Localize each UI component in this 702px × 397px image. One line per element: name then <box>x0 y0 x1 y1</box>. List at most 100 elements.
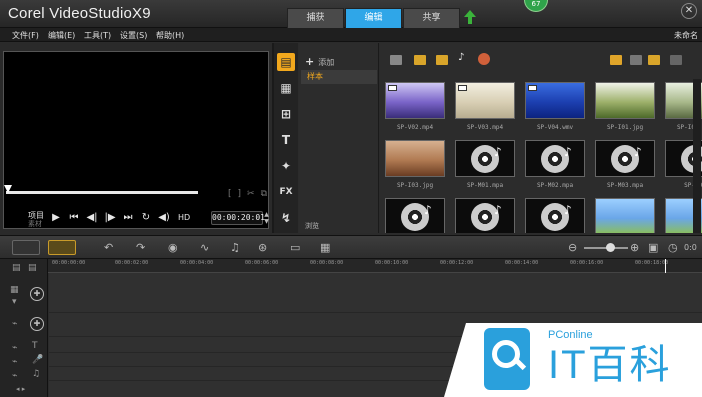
instant-project-icon[interactable]: ▦ <box>277 79 295 97</box>
title-icon[interactable]: T <box>277 131 295 149</box>
volume-icon[interactable]: ◀) <box>158 212 170 223</box>
mark-out-icon[interactable]: ] <box>238 189 242 199</box>
tab-share[interactable]: 共享 <box>403 8 460 28</box>
timeline-toolbar: ↶ ↷ ◉ ∿ ♫ ⊛ ▭ ▦ ⊖ ⊕ ▣ ◷ 0:0 <box>0 235 702 259</box>
undo-icon[interactable]: ↶ <box>104 241 113 254</box>
title-link-icon[interactable]: ⌁ <box>12 343 17 353</box>
auto-music-icon[interactable]: ♫ <box>230 241 240 254</box>
clock-icon[interactable]: ◷ <box>668 241 678 254</box>
project-title: 未命名 <box>674 31 698 40</box>
library-category-strip: ▤ ▦ ⊞ T ✦ FX ↯ <box>274 43 298 233</box>
browse-label: 浏览 <box>305 222 319 230</box>
media-thumbnail[interactable] <box>455 82 515 119</box>
thumbnail-view-icon[interactable] <box>610 55 622 65</box>
media-thumbnail[interactable] <box>385 140 445 177</box>
sort-icon[interactable] <box>648 55 660 65</box>
timecode-spinner[interactable]: ▲ ▼ <box>263 211 270 225</box>
media-category-icon[interactable]: ▤ <box>277 53 295 71</box>
prev-frame-icon[interactable]: ◀| <box>86 212 98 223</box>
music-link-icon[interactable]: ⌁ <box>12 371 17 381</box>
voice-link-icon[interactable]: ⌁ <box>12 357 17 367</box>
music-icon[interactable]: ♪ <box>458 52 470 63</box>
zoom-out-icon[interactable]: ⊖ <box>568 241 577 254</box>
hd-toggle[interactable]: HD <box>178 213 190 222</box>
split-icon[interactable]: ✂ <box>247 189 255 199</box>
overlay-track-icon[interactable]: ✚ <box>30 317 44 331</box>
arrow-up-icon[interactable] <box>464 10 476 24</box>
audio-thumbnail[interactable]: ♪ <box>525 140 585 177</box>
next-frame-icon[interactable]: |▶ <box>104 212 116 223</box>
overlay-link-icon[interactable]: ⌁ <box>12 319 17 329</box>
mark-in-icon[interactable]: [ <box>228 189 232 199</box>
path-icon[interactable]: ↯ <box>277 209 295 227</box>
media-thumbnail[interactable] <box>525 82 585 119</box>
fit-icon[interactable]: ▣ <box>648 241 658 254</box>
list-view-icon[interactable] <box>630 55 642 65</box>
ripple-video-icon[interactable]: ✚ <box>30 287 44 301</box>
scrub-bar[interactable] <box>6 191 198 194</box>
end-icon[interactable]: ⏭ <box>122 212 134 223</box>
video-track-lane[interactable] <box>49 273 702 313</box>
copy-icon[interactable]: ⧉ <box>261 189 267 199</box>
media-thumbnail[interactable] <box>385 82 445 119</box>
thumbnail-label: SP-M03.mpa <box>606 182 644 189</box>
timeline-ruler[interactable]: 00:00:00:00 00:00:02:00 00:00:04:00 00:0… <box>48 259 702 273</box>
media-thumbnail[interactable] <box>595 198 655 233</box>
clip-mode-label[interactable]: 素材 <box>28 219 42 229</box>
media-thumbnail[interactable] <box>595 82 655 119</box>
web-icon[interactable] <box>478 53 490 65</box>
scroll-left-icon[interactable]: ◂ ▸ <box>16 385 25 393</box>
video-track-icon[interactable]: ▦ <box>10 285 19 295</box>
home-icon[interactable]: ⏮ <box>68 212 80 223</box>
add-folder-button[interactable]: + 添加 <box>305 55 334 68</box>
folder-sample[interactable]: 样本 <box>301 70 377 84</box>
audio-mixer-icon[interactable]: ∿ <box>200 241 209 254</box>
notification-badge[interactable]: 67 <box>524 0 548 12</box>
zoom-in-icon[interactable]: ⊕ <box>630 241 639 254</box>
motion-tracking-icon[interactable]: ⊛ <box>258 241 267 254</box>
film-icon[interactable] <box>414 55 426 65</box>
browse-button[interactable]: 浏览 <box>305 221 319 231</box>
menu-help[interactable]: 帮助(H) <box>156 30 184 41</box>
library-scrollbar[interactable] <box>693 79 701 233</box>
menu-edit[interactable]: 编辑(E) <box>48 30 75 41</box>
zoom-label: 0:0 <box>684 243 697 252</box>
play-icon[interactable]: ▶ <box>50 212 62 223</box>
zoom-slider-knob[interactable] <box>606 243 615 252</box>
import-icon[interactable] <box>670 55 682 65</box>
audio-thumbnail[interactable]: ♪ <box>595 140 655 177</box>
multi-camera-icon[interactable]: ▦ <box>320 241 330 254</box>
timecode-display[interactable]: 00:00:20:01 <box>211 211 265 225</box>
audio-thumbnail[interactable]: ♪ <box>455 198 515 233</box>
menu-settings[interactable]: 设置(S) <box>120 30 147 41</box>
redo-icon[interactable]: ↷ <box>136 241 145 254</box>
transition-icon[interactable]: ⊞ <box>277 105 295 123</box>
timeline-view-button[interactable] <box>48 240 76 255</box>
thumbnail-label: SP-I03.jpg <box>396 182 434 189</box>
repeat-icon[interactable]: ↻ <box>140 212 152 223</box>
menu-tools[interactable]: 工具(T) <box>84 30 111 41</box>
chevron-down-icon[interactable]: ▾ <box>12 297 17 307</box>
record-icon[interactable]: ◉ <box>168 241 178 254</box>
track-manager-icon[interactable]: ▤ <box>12 263 21 273</box>
ruler-label: 00:00:14:00 <box>505 260 539 266</box>
storyboard-view-button[interactable] <box>12 240 40 255</box>
music-note-icon: ♪ <box>494 203 502 217</box>
graphics-icon[interactable]: ✦ <box>277 157 295 175</box>
thumbnail-label: SP-V03.mp4 <box>466 124 504 131</box>
transport-controls: ▶ ⏮ ◀| |▶ ⏭ ↻ ◀) HD <box>50 212 190 223</box>
chapter-icon[interactable]: ▤ <box>28 263 37 273</box>
menu-file[interactable]: 文件(F) <box>12 30 39 41</box>
fx-icon[interactable]: FX <box>277 183 295 201</box>
close-icon[interactable]: ✕ <box>681 3 697 19</box>
subtitle-icon[interactable]: ▭ <box>290 241 300 254</box>
track-headers: ▤ ▤ ▦ ▾ ✚ ⌁ ✚ ⌁ T ⌁ 🎤 ⌁ ♫ ◂ ▸ <box>0 259 48 397</box>
audio-thumbnail[interactable]: ♪ <box>525 198 585 233</box>
tab-edit[interactable]: 编辑 <box>345 8 402 28</box>
folder-icon[interactable] <box>390 55 402 65</box>
audio-thumbnail[interactable]: ♪ <box>455 140 515 177</box>
app-brand: Corel VideoStudioX9 <box>8 5 151 22</box>
audio-thumbnail[interactable]: ♪ <box>385 198 445 233</box>
photo-icon[interactable] <box>436 55 448 65</box>
tab-capture[interactable]: 捕获 <box>287 8 344 28</box>
